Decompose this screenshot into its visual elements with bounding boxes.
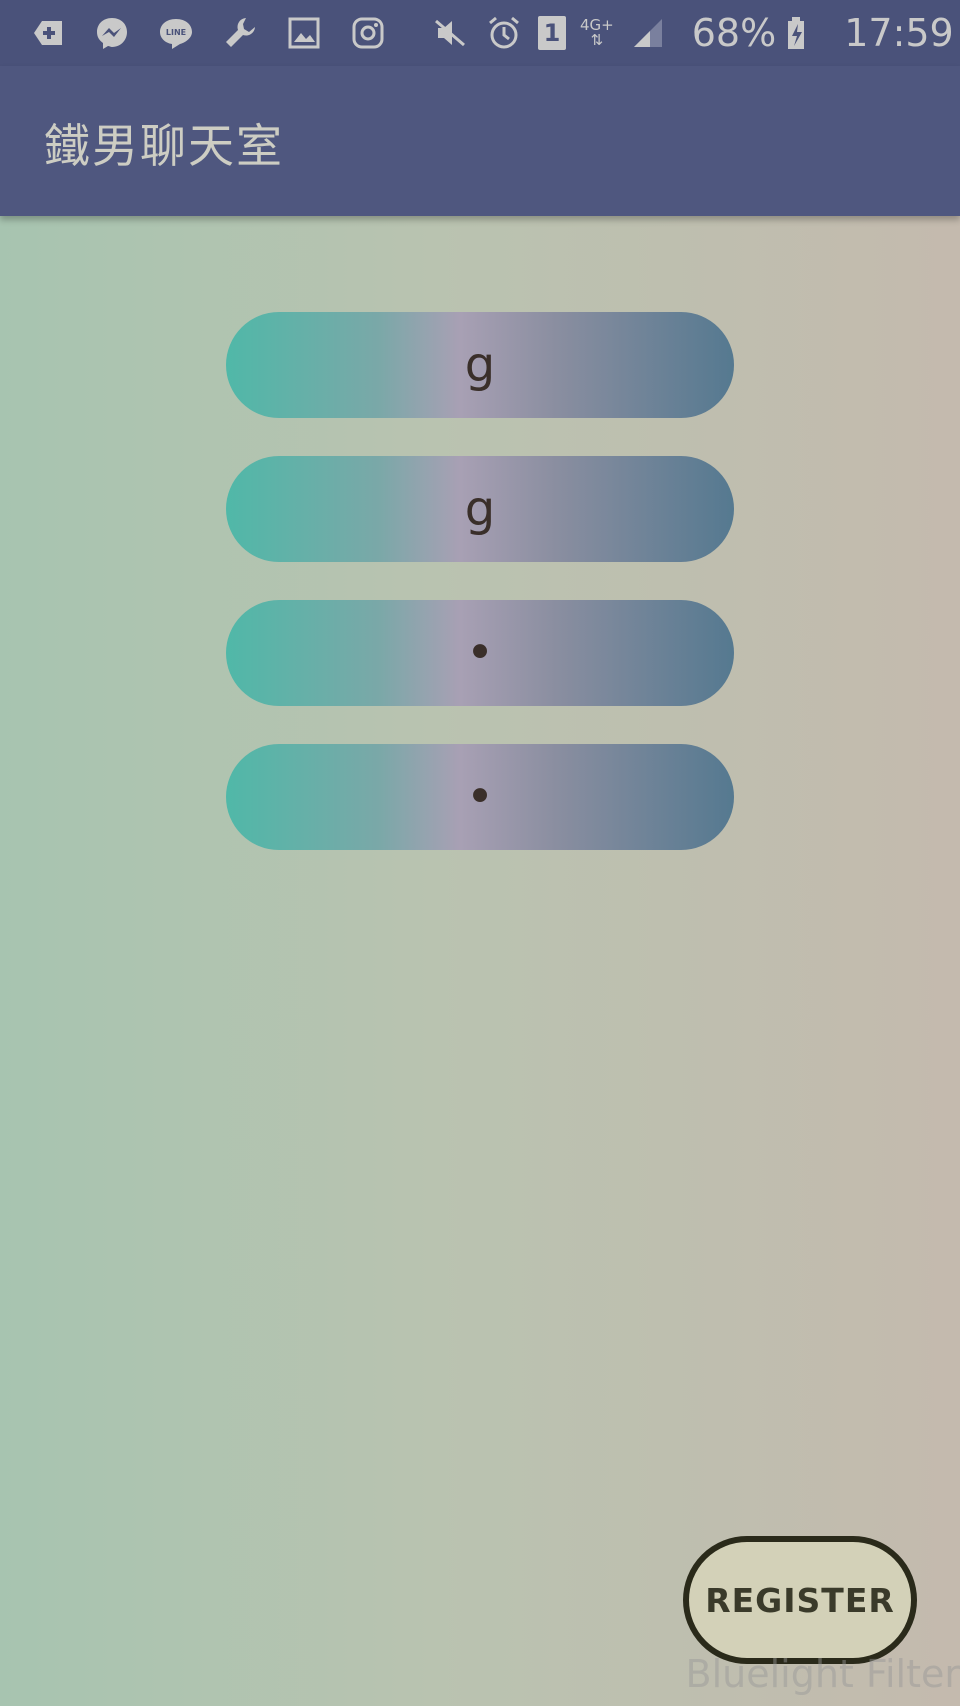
register-button[interactable]: REGISTER bbox=[683, 1536, 917, 1664]
image-icon bbox=[284, 13, 324, 53]
wrench-icon bbox=[220, 13, 260, 53]
clock: 17:59 bbox=[844, 11, 954, 55]
battery-percent: 68% bbox=[691, 11, 777, 55]
status-bar: LINE 1 4G+ ⇅ 68% 17:59 bbox=[0, 0, 960, 66]
register-button-label: REGISTER bbox=[705, 1580, 895, 1620]
password-field-2[interactable]: • bbox=[226, 744, 734, 850]
messenger-icon bbox=[92, 13, 132, 53]
plus-badge-icon bbox=[28, 13, 68, 53]
password-field-1[interactable]: • bbox=[226, 600, 734, 706]
network-type: 4G+ ⇅ bbox=[580, 18, 614, 48]
bluelight-filter-watermark: Bluelight Filter bbox=[685, 1652, 960, 1696]
network-arrows-icon: ⇅ bbox=[590, 31, 604, 49]
svg-text:LINE: LINE bbox=[166, 28, 186, 37]
input-field-1[interactable]: g bbox=[226, 312, 734, 418]
alarm-icon bbox=[484, 13, 524, 53]
notification-icons: LINE bbox=[28, 10, 388, 56]
input-field-2-value[interactable]: g bbox=[465, 481, 495, 537]
signal-icon bbox=[628, 13, 668, 53]
app-title: 鐵男聊天室 bbox=[44, 119, 284, 173]
battery-charging-icon bbox=[780, 13, 820, 53]
input-field-1-value[interactable]: g bbox=[465, 337, 495, 393]
sim-icon: 1 bbox=[538, 16, 566, 50]
system-icons: 1 4G+ ⇅ 68% 17:59 bbox=[430, 10, 954, 56]
line-icon: LINE bbox=[156, 13, 196, 53]
app-bar: 鐵男聊天室 bbox=[0, 66, 960, 216]
password-field-1-value[interactable]: • bbox=[466, 625, 494, 681]
password-field-2-value[interactable]: • bbox=[466, 769, 494, 825]
mute-icon bbox=[430, 13, 470, 53]
input-field-2[interactable]: g bbox=[226, 456, 734, 562]
instagram-icon bbox=[348, 13, 388, 53]
